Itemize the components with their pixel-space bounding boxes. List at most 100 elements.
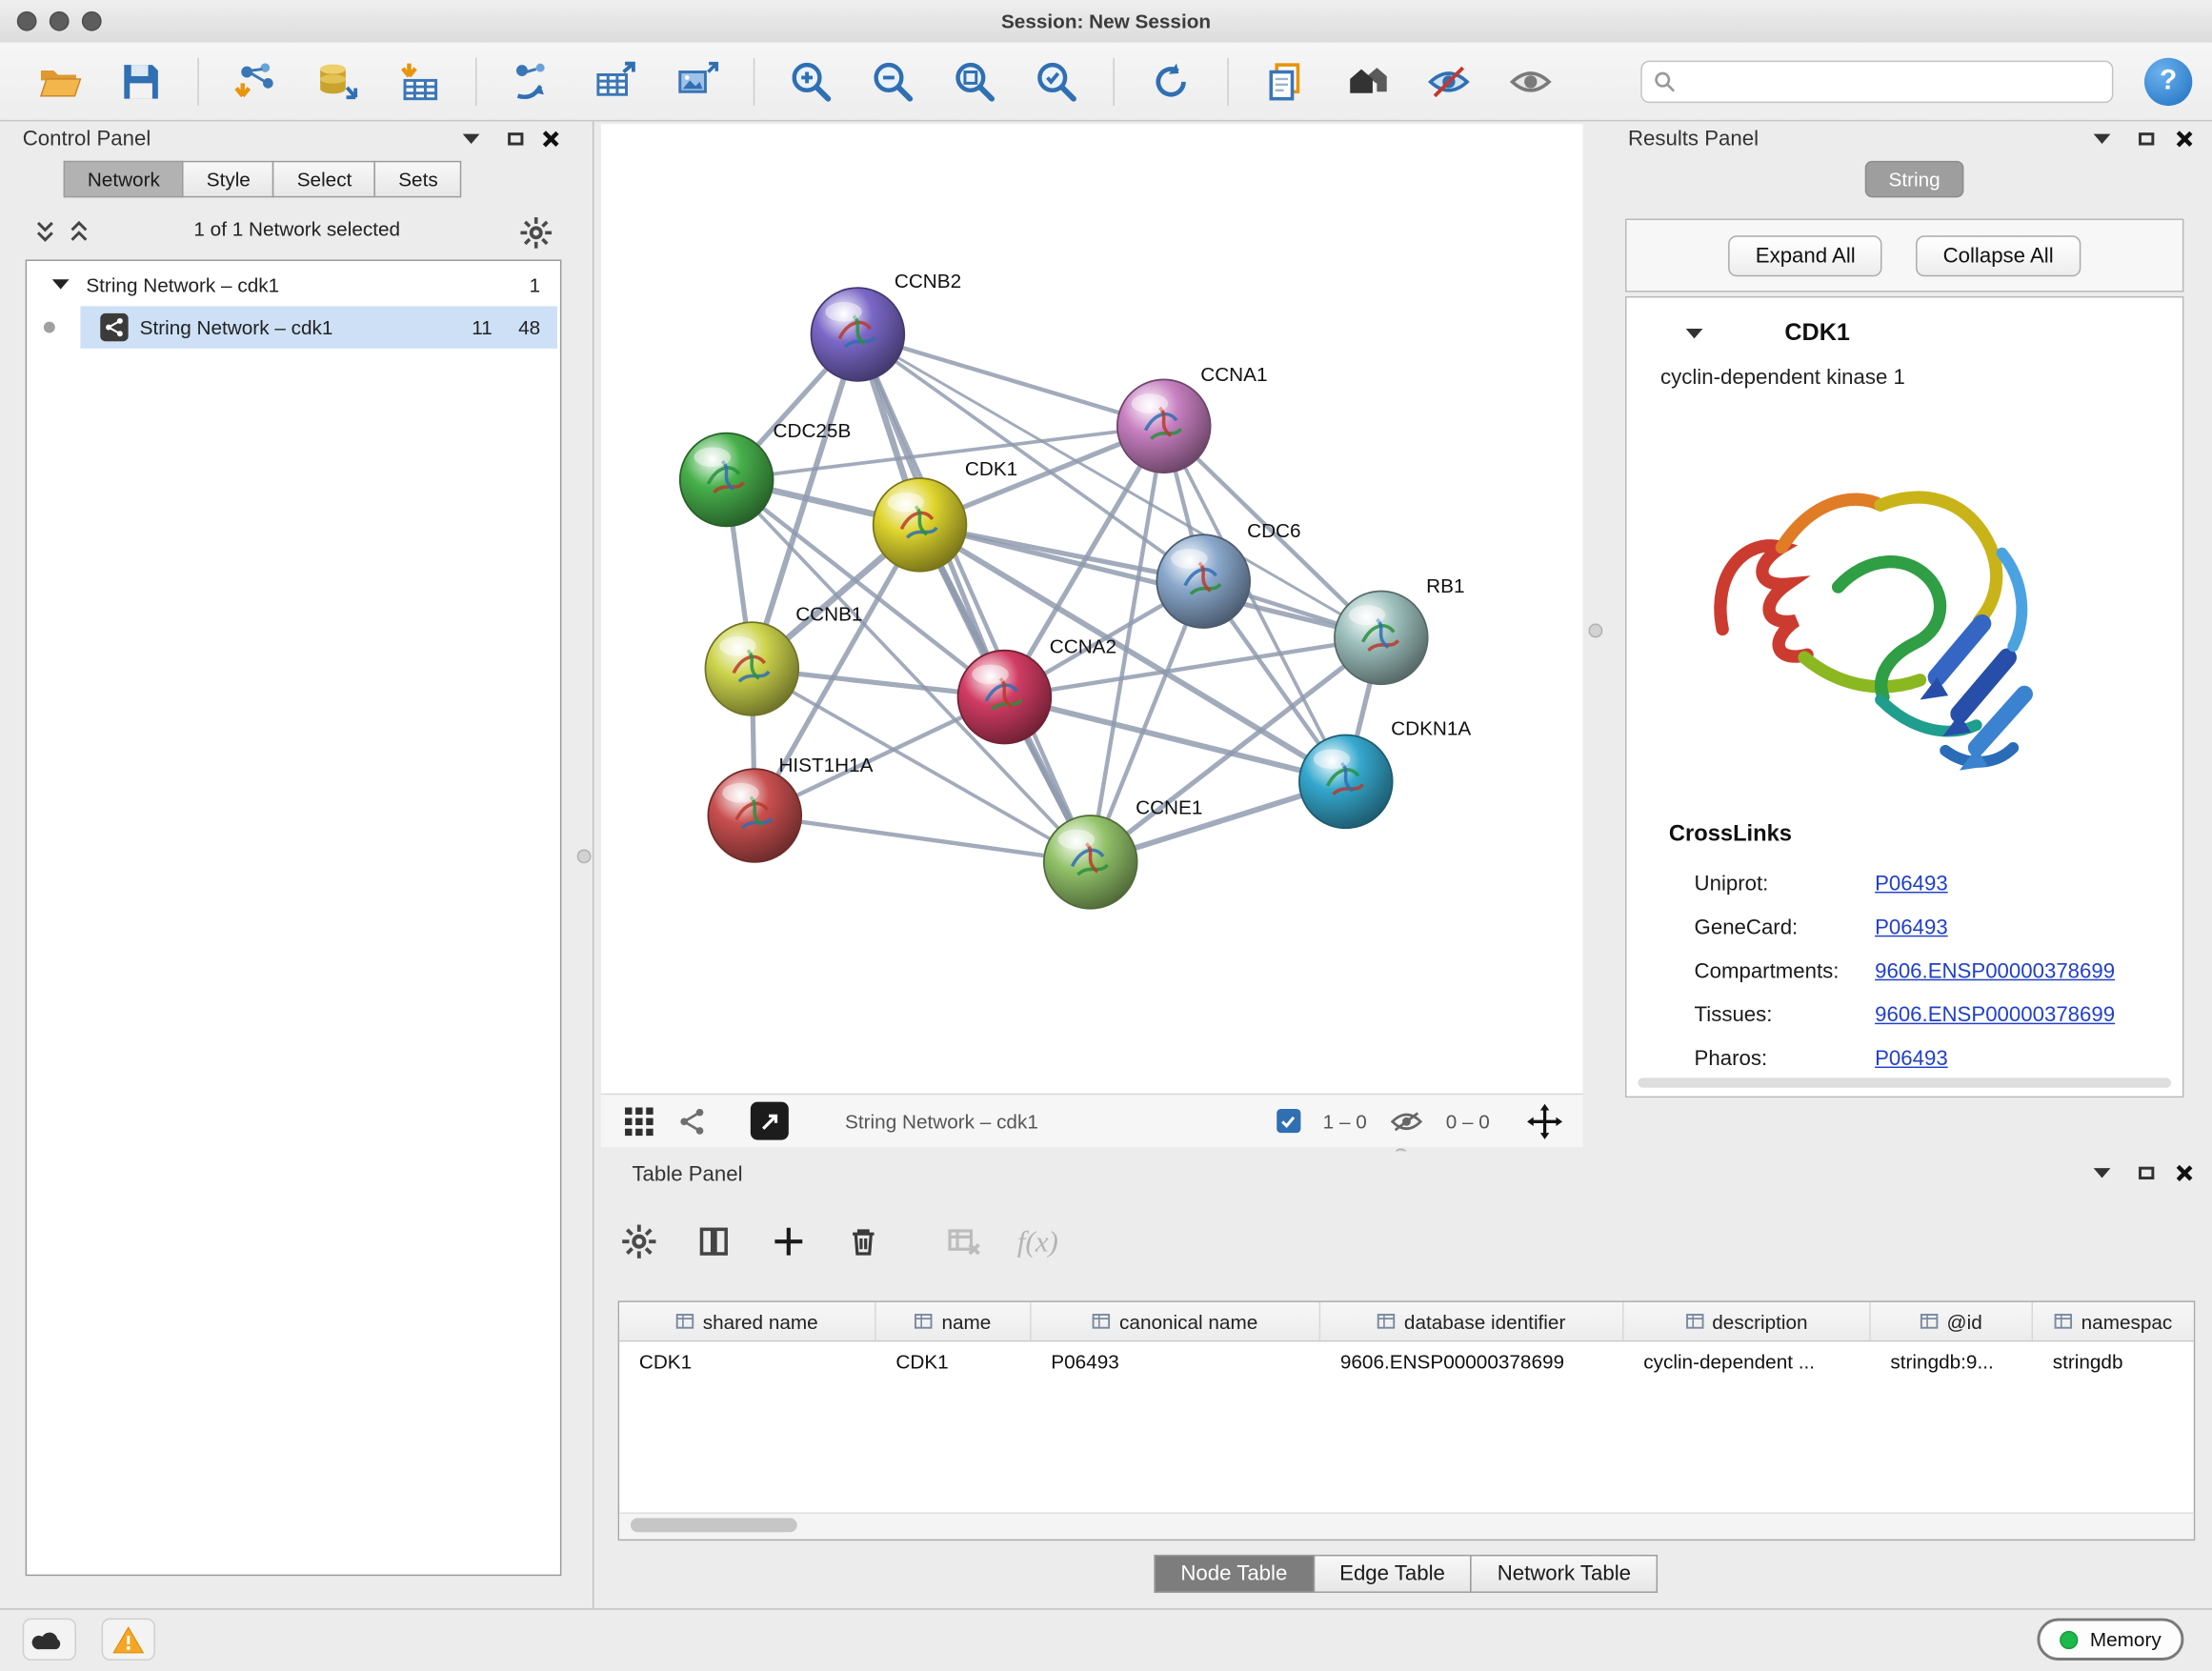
help-button[interactable]: ? — [2144, 57, 2192, 105]
zoom-fit-icon[interactable] — [950, 55, 1000, 106]
crosslink-link[interactable]: P06493 — [1875, 1047, 1948, 1071]
network-edge-HIST1H1A-CCNE1[interactable] — [754, 815, 1090, 862]
section-expander-icon[interactable] — [1686, 328, 1703, 337]
network-node-RB1[interactable] — [1335, 591, 1428, 684]
network-node-CCNB2[interactable] — [812, 288, 905, 381]
task-warning-button[interactable] — [102, 1619, 155, 1661]
add-column-icon[interactable] — [768, 1220, 810, 1262]
show-columns-icon[interactable] — [693, 1220, 734, 1262]
import-network-file-icon[interactable] — [230, 55, 280, 106]
table-row[interactable]: CDK1 CDK1 P06493 9606.ENSP00000378699 cy… — [619, 1341, 2194, 1380]
expand-all-button[interactable]: Expand All — [1729, 235, 1882, 276]
tree-expander-icon[interactable] — [52, 279, 70, 289]
panel-float-icon[interactable] — [2094, 134, 2111, 144]
network-row[interactable]: String Network – cdk1 11 48 — [27, 306, 560, 348]
network-edge-CCNB2-CCNA1[interactable] — [857, 334, 1163, 426]
save-session-icon[interactable] — [115, 55, 166, 106]
column-header-name[interactable]: name — [876, 1302, 1032, 1340]
export-table-icon[interactable] — [590, 55, 640, 106]
left-splitter-handle[interactable] — [577, 850, 592, 864]
column-header-namespace[interactable]: namespac — [2033, 1302, 2194, 1340]
table-cell[interactable]: CDK1 — [876, 1350, 1032, 1373]
gene-section-header[interactable]: CDK1 — [1626, 312, 2182, 353]
column-header-database-identifier[interactable]: database identifier — [1320, 1302, 1623, 1340]
grid-view-icon[interactable] — [624, 1105, 655, 1137]
right-splitter-handle[interactable] — [1588, 624, 1602, 638]
column-header-canonical-name[interactable]: canonical name — [1032, 1302, 1321, 1340]
search-box[interactable] — [1640, 60, 2113, 102]
collapse-all-button[interactable]: Collapse All — [1916, 235, 2080, 276]
crosslink-link[interactable]: 9606.ENSP00000378699 — [1875, 1003, 2115, 1027]
refresh-icon[interactable] — [1145, 55, 1196, 106]
search-input[interactable] — [1684, 69, 2101, 94]
tab-select[interactable]: Select — [273, 161, 376, 198]
zoom-selected-icon[interactable] — [1032, 55, 1082, 106]
network-node-CDC6[interactable] — [1156, 534, 1250, 628]
import-network-database-icon[interactable] — [312, 55, 362, 106]
copy-document-icon[interactable] — [1259, 55, 1310, 106]
table-cell[interactable]: P06493 — [1032, 1350, 1321, 1373]
column-header-description[interactable]: description — [1624, 1302, 1871, 1340]
tab-network-table[interactable]: Network Table — [1471, 1555, 1659, 1593]
zoom-out-icon[interactable] — [868, 55, 918, 106]
tab-node-table[interactable]: Node Table — [1154, 1555, 1314, 1593]
network-collection-row[interactable]: String Network – cdk1 1 — [27, 264, 560, 306]
show-all-eye-icon[interactable] — [1505, 55, 1556, 106]
scrollbar-thumb[interactable] — [631, 1518, 797, 1532]
network-canvas[interactable]: CCNB2CCNA1CDC25BCDK1CDC6RB1CCNB1CCNA2CDK… — [601, 124, 1583, 1093]
cloud-status-button[interactable] — [23, 1619, 76, 1661]
network-overview-icon[interactable] — [677, 1105, 709, 1137]
network-edge-CCNB2-CCNE1[interactable] — [857, 334, 1090, 862]
network-node-CDKN1A[interactable] — [1299, 735, 1393, 829]
zoom-in-icon[interactable] — [786, 55, 836, 106]
delete-table-icon[interactable] — [942, 1220, 984, 1262]
panel-maximize-icon[interactable] — [2139, 132, 2154, 145]
table-horizontal-scrollbar[interactable] — [619, 1513, 2194, 1540]
tab-edge-table[interactable]: Edge Table — [1313, 1555, 1472, 1593]
network-node-CDK1[interactable] — [874, 478, 967, 572]
results-horizontal-scrollbar[interactable] — [1638, 1077, 2171, 1087]
table-gear-icon[interactable] — [618, 1220, 660, 1262]
function-builder-icon[interactable]: f(x) — [1017, 1224, 1058, 1259]
network-node-CDC25B[interactable] — [680, 433, 774, 527]
panel-maximize-icon[interactable] — [508, 132, 523, 145]
crosslink-link[interactable]: P06493 — [1875, 872, 1948, 896]
crosslink-link[interactable]: P06493 — [1875, 916, 1948, 939]
network-node-CCNE1[interactable] — [1044, 815, 1137, 909]
delete-column-icon[interactable] — [842, 1220, 884, 1262]
panel-float-icon[interactable] — [463, 134, 480, 144]
import-table-file-icon[interactable] — [393, 55, 444, 106]
column-header-id[interactable]: @id — [1871, 1302, 2033, 1340]
memory-button[interactable]: Memory — [2038, 1619, 2183, 1661]
table-cell[interactable]: stringdb — [2033, 1350, 2194, 1373]
string-tab[interactable]: String — [1864, 161, 1964, 198]
table-cell[interactable]: 9606.ENSP00000378699 — [1320, 1350, 1623, 1373]
control-panel: Control Panel Network Style Select Sets … — [0, 121, 593, 1608]
column-header-shared-name[interactable]: shared name — [619, 1302, 876, 1340]
panel-close-icon[interactable] — [2174, 130, 2192, 148]
crosslink-link[interactable]: 9606.ENSP00000378699 — [1875, 959, 2115, 983]
selected-indicator-checkbox[interactable] — [1277, 1109, 1300, 1133]
tab-style[interactable]: Style — [183, 161, 274, 198]
network-node-CCNB1[interactable] — [705, 622, 798, 715]
network-node-CCNA1[interactable] — [1117, 379, 1211, 473]
tab-sets[interactable]: Sets — [374, 161, 462, 198]
panel-float-icon[interactable] — [2094, 1168, 2111, 1178]
network-node-CCNA2[interactable] — [958, 651, 1052, 744]
export-image-icon[interactable] — [672, 55, 722, 106]
gear-icon[interactable] — [519, 216, 553, 251]
network-node-HIST1H1A[interactable] — [708, 769, 801, 862]
open-in-new-window-icon[interactable] — [751, 1102, 789, 1140]
table-cell[interactable]: CDK1 — [619, 1350, 876, 1373]
home-icon[interactable] — [1341, 55, 1392, 106]
panel-close-icon[interactable] — [2174, 1164, 2192, 1182]
tab-network[interactable]: Network — [64, 161, 184, 198]
pan-move-icon[interactable] — [1526, 1102, 1563, 1139]
panel-close-icon[interactable] — [540, 130, 558, 148]
open-session-icon[interactable] — [34, 55, 85, 106]
table-cell[interactable]: cyclin-dependent ... — [1624, 1350, 1871, 1373]
table-cell[interactable]: stringdb:9... — [1871, 1350, 2033, 1373]
new-network-selection-icon[interactable] — [508, 55, 558, 106]
panel-maximize-icon[interactable] — [2139, 1167, 2154, 1179]
hide-selected-eye-icon[interactable] — [1423, 55, 1474, 106]
